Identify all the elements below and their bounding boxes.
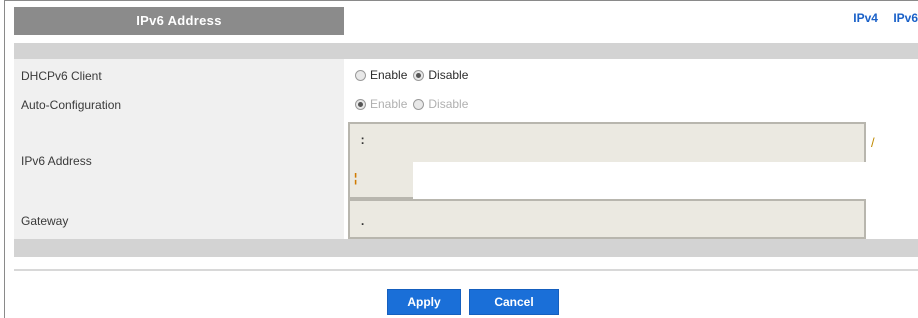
gateway-label: Gateway [21, 214, 69, 228]
radio-checked-icon [355, 98, 366, 110]
prefix-separator: / [871, 135, 875, 150]
footer-band [14, 239, 918, 257]
ip-version-switch: IPv4 IPv6 [841, 11, 918, 25]
gateway-field[interactable]: . [348, 199, 866, 239]
autoconfig-label: Auto-Configuration [21, 98, 122, 112]
cancel-button[interactable]: Cancel [469, 289, 559, 315]
apply-button[interactable]: Apply [387, 289, 461, 315]
ipv6-address-input[interactable] [413, 162, 873, 200]
address-separator: : [359, 134, 367, 148]
dhcp-client-radio-group: Enable Disable [355, 68, 474, 82]
label-column [14, 59, 344, 239]
dhcp-enable-label: Enable [370, 68, 408, 82]
section-title: IPv6 Address [14, 7, 344, 35]
text-cursor-icon: ¦ [352, 172, 360, 186]
radio-unchecked-icon [355, 69, 366, 81]
divider [14, 269, 918, 271]
ipv6-settings-panel: IPv6 Address IPv4 IPv6 DHCPv6 Client Ena… [4, 0, 918, 318]
dhcp-disable-label: Disable [428, 68, 469, 82]
dhcp-enable-radio[interactable]: Enable [355, 68, 407, 82]
autoconfig-enable-label: Enable [370, 97, 408, 111]
dhcp-disable-radio[interactable]: Disable [413, 68, 468, 82]
radio-checked-icon [413, 69, 425, 81]
autoconfig-radio-group: Enable Disable [355, 97, 474, 111]
autoconfig-disable-label: Disable [428, 97, 469, 111]
ipv6-address-label: IPv6 Address [21, 154, 92, 168]
ipv6-link[interactable]: IPv6 [893, 11, 918, 25]
ipv4-link[interactable]: IPv4 [853, 11, 878, 25]
autoconfig-enable-radio[interactable]: Enable [355, 97, 407, 111]
ipv6-address-field[interactable]: : ¦ [348, 122, 873, 200]
dhcp-client-label: DHCPv6 Client [21, 69, 102, 83]
radio-unchecked-icon [413, 98, 425, 110]
autoconfig-disable-radio[interactable]: Disable [413, 97, 468, 111]
header-band [14, 43, 918, 59]
gateway-separator: . [359, 215, 367, 229]
